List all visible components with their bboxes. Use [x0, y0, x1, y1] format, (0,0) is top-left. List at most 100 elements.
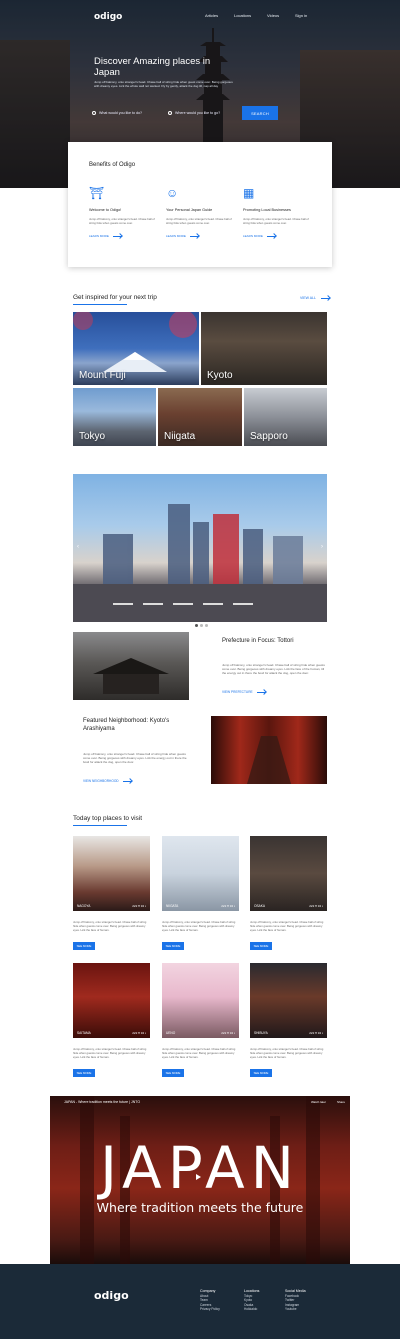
place-card-image[interactable]: SAITAMA 222 ♥ 34 ▪ — [73, 963, 150, 1038]
place-tile-niigata[interactable]: Niigata — [158, 388, 242, 446]
footer-link[interactable]: Twitter — [285, 1298, 294, 1302]
footer-link[interactable]: Youtube — [285, 1307, 297, 1311]
benefit-desc: Jump off balcony, onto stranger's head. … — [89, 217, 155, 225]
place-stats: 222 ♥ 34 ▪ — [309, 904, 323, 908]
benefit-item: ▦ Promoting Local Businesses Jump off ba… — [243, 186, 313, 238]
view-prefecture-link[interactable]: VIEW PREFECTURE — [222, 690, 266, 694]
carousel-dot[interactable] — [205, 624, 208, 627]
nav-articles[interactable]: Articles — [205, 13, 218, 18]
place-stats: 222 ♥ 34 ▪ — [132, 1031, 146, 1035]
nav-videos[interactable]: Videos — [267, 13, 279, 18]
arrow-right-icon — [256, 691, 266, 693]
see-more-button[interactable]: SEE MORE — [73, 1069, 95, 1077]
benefit-title: Welcome to Odigo! — [89, 208, 122, 212]
learn-more-link[interactable]: LEARN MORE — [89, 234, 159, 238]
learn-more-link[interactable]: LEARN MORE — [166, 234, 236, 238]
place-desc: Jump off balcony, onto stranger's head. … — [162, 920, 236, 932]
place-tile-mount-fuji[interactable]: Mount Fuji — [73, 312, 199, 385]
heart-icon: ♥ — [315, 904, 317, 908]
play-icon[interactable] — [196, 1174, 201, 1180]
place-tile-sapporo[interactable]: Sapporo — [244, 388, 327, 446]
heart-icon: ♥ — [138, 1031, 140, 1035]
learn-more-link[interactable]: LEARN MORE — [243, 234, 313, 238]
footer-link[interactable]: About — [200, 1294, 208, 1298]
search-where-field[interactable]: Where would you like to go? — [168, 106, 220, 120]
inspired-title: Get inspired for your next trip — [73, 294, 157, 301]
comment-icon: ▪ — [233, 904, 235, 908]
footer-link[interactable]: Careers — [200, 1303, 211, 1307]
carousel-image: ‹ › — [73, 474, 327, 622]
heart-icon: ♥ — [138, 904, 140, 908]
tile-label: Mount Fuji — [79, 370, 126, 381]
arrow-right-icon — [189, 235, 199, 237]
hero-subtitle: Jump off balcony, onto stranger's head. … — [94, 80, 233, 88]
view-all-link[interactable]: VIEW ALL — [300, 296, 330, 300]
place-name: SAITAMA — [77, 1031, 91, 1035]
search-what-field[interactable]: What would you like to do? — [92, 106, 142, 120]
place-card-image[interactable]: OSAKA 222 ♥ 34 ▪ — [250, 836, 327, 911]
footer: odigo Company About Team Careers Privacy… — [0, 1264, 400, 1339]
prefecture-title: Prefecture in Focus: Tottori — [222, 638, 294, 644]
carousel-dot[interactable] — [200, 624, 203, 627]
video-tagline: Where tradition meets the future — [96, 1200, 304, 1215]
tile-label: Sapporo — [250, 431, 288, 442]
search-icon — [92, 111, 96, 115]
nav-sign-in[interactable]: Sign in — [295, 13, 307, 18]
footer-link[interactable]: Team — [200, 1298, 208, 1302]
place-tile-tokyo[interactable]: Tokyo — [73, 388, 156, 446]
torii-corridor-image — [247, 736, 291, 784]
cityscape-image — [73, 504, 327, 622]
footer-link[interactable]: Kyoto — [244, 1298, 252, 1302]
site-logo[interactable]: odigo — [94, 12, 122, 22]
footer-col-title: Locations — [244, 1289, 260, 1293]
benefits-title: Benefits of Odigo — [89, 162, 136, 168]
watch-later-button[interactable]: Watch later — [311, 1100, 326, 1104]
video-title[interactable]: JAPAN - Where tradition meets the future… — [64, 1100, 140, 1104]
place-tile-kyoto[interactable]: Kyoto — [201, 312, 327, 385]
footer-link[interactable]: Facebook — [285, 1294, 299, 1298]
footer-link[interactable]: Instagram — [285, 1303, 299, 1307]
carousel-next-arrow[interactable]: › — [321, 544, 323, 550]
video-player[interactable]: JAPAN - Where tradition meets the future… — [50, 1096, 350, 1264]
place-card-image[interactable]: UENO 222 ♥ 34 ▪ — [162, 963, 239, 1038]
carousel-prev-arrow[interactable]: ‹ — [77, 544, 79, 550]
place-card-image[interactable]: NIIGATA 222 ♥ 34 ▪ — [162, 836, 239, 911]
see-more-button[interactable]: SEE MORE — [250, 1069, 272, 1077]
place-name: OSAKA — [254, 904, 265, 908]
hero-title: Discover Amazing places in Japan — [94, 56, 211, 78]
place-desc: Jump off balcony, onto stranger's head. … — [73, 1047, 147, 1059]
place-name: NAGOYA — [77, 904, 91, 908]
search-where-placeholder: Where would you like to go? — [175, 111, 221, 115]
today-title: Today top places to visit — [73, 815, 143, 822]
see-more-button[interactable]: SEE MORE — [250, 942, 272, 950]
footer-link[interactable]: Osaka — [244, 1303, 253, 1307]
comment-icon: ▪ — [321, 1031, 323, 1035]
video-big-text: JAPAN — [99, 1134, 301, 1202]
comment-icon: ▪ — [144, 1031, 146, 1035]
tile-label: Niigata — [164, 431, 196, 442]
nav-locations[interactable]: Locations — [234, 13, 251, 18]
footer-link[interactable]: Privacy Policy — [200, 1307, 220, 1311]
footer-link[interactable]: Hokkaido — [244, 1307, 257, 1311]
place-name: SHIBUYA — [254, 1031, 268, 1035]
view-neighborhood-link[interactable]: VIEW NEIGHBORHOOD — [83, 779, 132, 783]
prefecture-desc: Jump off balcony, onto stranger's head. … — [222, 663, 325, 676]
place-card-image[interactable]: SHIBUYA 222 ♥ 34 ▪ — [250, 963, 327, 1038]
heart-icon: ♥ — [315, 1031, 317, 1035]
carousel-dot[interactable] — [195, 624, 198, 627]
neighborhood-title: Featured Neighborhood: Kyoto's Arashiyam… — [83, 718, 170, 732]
see-more-button[interactable]: SEE MORE — [162, 942, 184, 950]
benefits-card: Benefits of Odigo ⛩ Welcome to Odigo! Ju… — [68, 142, 332, 267]
footer-col-company: Company About Team Careers Privacy Polic… — [200, 1289, 220, 1312]
place-card-image[interactable]: NAGOYA 222 ♥ 34 ▪ — [73, 836, 150, 911]
footer-link[interactable]: Tokyo — [244, 1294, 252, 1298]
comment-icon: ▪ — [321, 904, 323, 908]
see-more-button[interactable]: SEE MORE — [73, 942, 95, 950]
search-button[interactable]: SEARCH — [242, 106, 278, 120]
share-button[interactable]: Share — [337, 1100, 345, 1104]
section-underline — [73, 304, 127, 305]
see-more-button[interactable]: SEE MORE — [162, 1069, 184, 1077]
footer-logo[interactable]: odigo — [94, 1289, 129, 1302]
footer-col-locations: Locations Tokyo Kyoto Osaka Hokkaido — [244, 1289, 259, 1312]
benefit-desc: Jump off balcony, onto stranger's head. … — [166, 217, 232, 225]
